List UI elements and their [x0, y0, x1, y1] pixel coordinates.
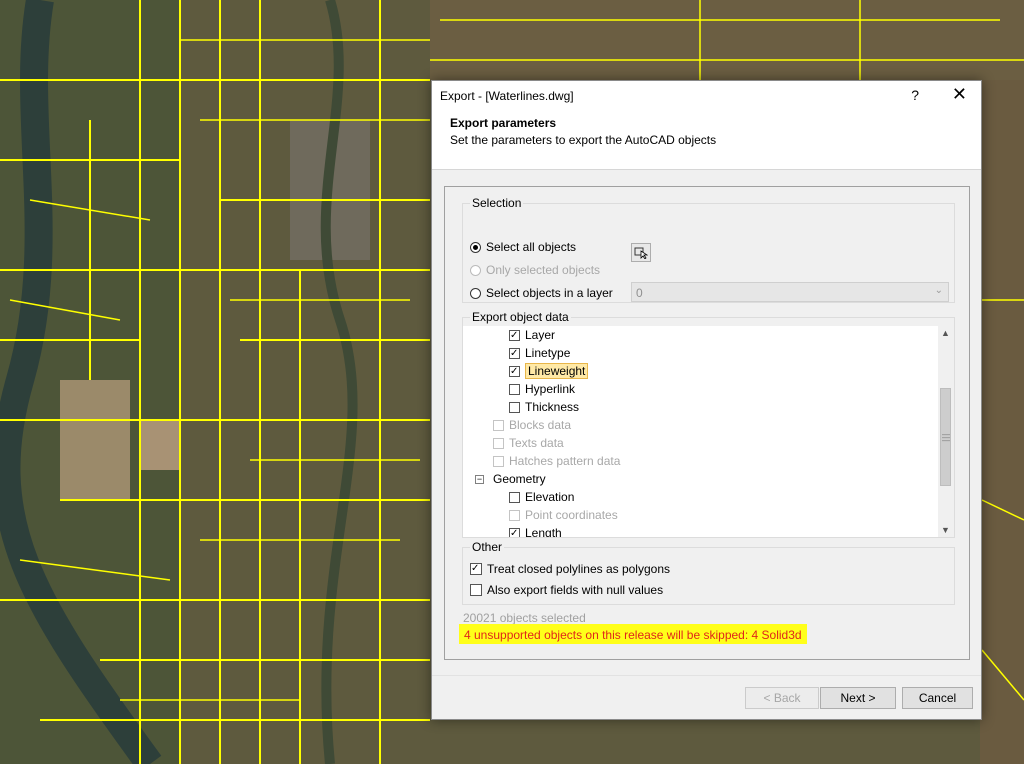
- tree-item-label: Hyperlink: [525, 382, 576, 396]
- scrollbar-thumb[interactable]: — — —: [940, 388, 951, 486]
- checkbox[interactable]: [509, 527, 520, 537]
- export-data-tree: Layer Linetype Lineweight Hyperlink Thic…: [463, 326, 938, 537]
- radio-select-layer[interactable]: Select objects in a layer: [470, 284, 613, 302]
- unsupported-objects-warning: 4 unsupported objects on this release wi…: [459, 624, 807, 644]
- tree-item-hatches-pattern-data: Hatches pattern data: [493, 452, 620, 470]
- tree-item-label: Thickness: [525, 400, 580, 414]
- tree-item-label: Blocks data: [509, 418, 572, 432]
- tree-item-texts-data: Texts data: [493, 434, 564, 452]
- tree-item-label: Elevation: [525, 490, 575, 504]
- checkbox[interactable]: [509, 347, 520, 359]
- back-button[interactable]: < Back: [745, 687, 819, 709]
- select-objects-button[interactable]: [631, 243, 651, 262]
- option-label: Also export fields with null values: [487, 583, 664, 597]
- close-button[interactable]: ✕: [952, 84, 967, 105]
- collapse-icon[interactable]: −: [475, 474, 484, 484]
- checkbox[interactable]: [509, 329, 520, 341]
- selection-group-label: Selection: [470, 196, 524, 210]
- export-data-group: Export object data Layer Linetype Linewe…: [462, 310, 955, 538]
- tree-item-point-coordinates: Point coordinates: [509, 506, 618, 524]
- tree-item-hyperlink[interactable]: Hyperlink: [509, 380, 575, 398]
- radio-label: Select objects in a layer: [486, 286, 613, 300]
- radio-button[interactable]: [470, 241, 481, 253]
- tree-item-thickness[interactable]: Thickness: [509, 398, 579, 416]
- checkbox: [493, 419, 504, 431]
- export-data-group-label: Export object data: [470, 310, 571, 324]
- checkbox[interactable]: [470, 563, 482, 575]
- selected-count-text: 20021 objects selected: [463, 611, 586, 625]
- help-button[interactable]: ?: [911, 87, 919, 103]
- tree-item-length[interactable]: Length: [509, 524, 562, 537]
- grip-icon: — — —: [942, 430, 950, 445]
- tree-item-blocks-data: Blocks data: [493, 416, 571, 434]
- tree-scrollbar[interactable]: ▲ — — — ▼: [938, 326, 953, 537]
- other-group-label: Other: [470, 540, 505, 554]
- checkbox: [493, 455, 504, 467]
- tree-item-label: Geometry: [493, 472, 546, 486]
- checkbox: [493, 437, 504, 449]
- layer-dropdown: 0 ⌄: [631, 282, 949, 302]
- tree-item-lineweight[interactable]: Lineweight: [509, 362, 589, 380]
- export-null-fields-option[interactable]: Also export fields with null values: [470, 581, 663, 599]
- dialog-titlebar: Export - [Waterlines.dwg] ? ✕: [432, 81, 981, 111]
- tree-item-geometry[interactable]: − Geometry: [475, 470, 546, 488]
- checkbox: [509, 509, 520, 521]
- treat-closed-polylines-option[interactable]: Treat closed polylines as polygons: [470, 560, 670, 578]
- tree-item-label: Length: [525, 526, 562, 537]
- tree-item-layer[interactable]: Layer: [509, 326, 555, 344]
- scroll-up-arrow-icon[interactable]: ▲: [941, 328, 950, 338]
- header-subtitle: Set the parameters to export the AutoCAD…: [450, 133, 717, 147]
- layer-dropdown-value: 0: [636, 286, 643, 300]
- checkbox[interactable]: [509, 365, 520, 377]
- dialog-title: Export - [Waterlines.dwg]: [440, 89, 574, 103]
- checkbox[interactable]: [470, 584, 482, 596]
- export-dialog: Export - [Waterlines.dwg] ? ✕ Export par…: [431, 80, 982, 720]
- chevron-down-icon: ⌄: [934, 285, 943, 296]
- tree-item-label: Point coordinates: [525, 508, 618, 522]
- scroll-down-arrow-icon[interactable]: ▼: [941, 525, 950, 535]
- tree-item-label: Texts data: [509, 436, 564, 450]
- radio-label: Only selected objects: [486, 263, 601, 277]
- selection-group: Selection Select all objects Only select…: [462, 196, 955, 303]
- radio-button[interactable]: [470, 287, 481, 299]
- tree-item-label: Linetype: [525, 346, 571, 360]
- next-button[interactable]: Next >: [820, 687, 896, 709]
- checkbox[interactable]: [509, 401, 520, 413]
- tree-item-elevation[interactable]: Elevation: [509, 488, 574, 506]
- tree-item-linetype[interactable]: Linetype: [509, 344, 570, 362]
- tree-item-label: Layer: [525, 328, 556, 342]
- parameters-panel: Selection Select all objects Only select…: [444, 186, 970, 660]
- checkbox[interactable]: [509, 491, 520, 503]
- tree-item-label: Lineweight: [525, 363, 589, 379]
- tree-item-label: Hatches pattern data: [509, 454, 621, 468]
- header-title: Export parameters: [450, 116, 557, 130]
- dialog-header: Export parameters Set the parameters to …: [432, 111, 981, 170]
- radio-label: Select all objects: [486, 240, 577, 254]
- checkbox[interactable]: [509, 383, 520, 395]
- radio-only-selected: Only selected objects: [470, 261, 600, 279]
- radio-button: [470, 264, 481, 276]
- option-label: Treat closed polylines as polygons: [487, 562, 670, 576]
- select-objects-icon: [634, 247, 648, 259]
- other-group: Other Treat closed polylines as polygons…: [462, 540, 955, 605]
- cancel-button[interactable]: Cancel: [902, 687, 973, 709]
- radio-select-all[interactable]: Select all objects: [470, 238, 576, 256]
- footer-divider: [432, 675, 981, 676]
